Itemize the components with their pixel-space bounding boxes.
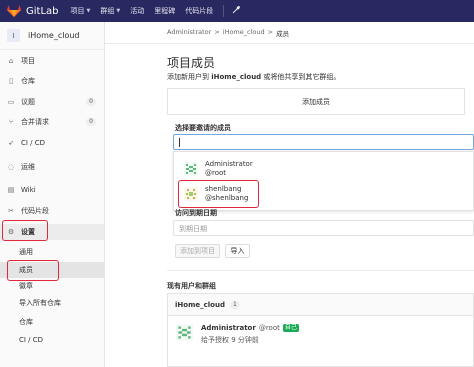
- sidebar-item-merge-requests[interactable]: ⑂ 合并请求 0: [0, 114, 104, 130]
- sidebar-subitem-repository[interactable]: 仓库: [0, 314, 104, 330]
- existing-members-title: 现有用户和群组: [167, 282, 216, 290]
- sidebar-project-header[interactable]: I iHome_cloud: [0, 22, 104, 50]
- nav-divider: [223, 5, 225, 17]
- breadcrumb-current[interactable]: 成员: [276, 28, 289, 38]
- breadcrumb-separator: >: [214, 28, 220, 36]
- member-row: Administrator @root 自己 给予授权 9 分钟前: [176, 324, 299, 345]
- sidebar-subitem-import-repos[interactable]: 导入所有仓库: [0, 295, 104, 311]
- wiki-icon: ▤: [7, 186, 15, 194]
- dropdown-item-text: Administrator @root: [205, 160, 253, 178]
- dropdown-user-name: Administrator: [205, 160, 253, 168]
- highlight-shenlbang-box: [178, 180, 259, 208]
- sidebar-item-label: 合并请求: [21, 118, 49, 126]
- dropdown-item-administrator[interactable]: Administrator @root: [184, 160, 253, 178]
- member-info: Administrator @root 自己 给予授权 9 分钟前: [201, 324, 299, 345]
- sidebar-item-label: 代码片段: [21, 207, 49, 215]
- breadcrumb-admin[interactable]: Administrator: [167, 28, 211, 38]
- merge-request-icon: ⑂: [8, 118, 14, 126]
- invite-members-label: 选择要邀请的成员: [175, 124, 231, 132]
- breadcrumb-project[interactable]: iHome_cloud: [223, 28, 265, 38]
- tab-add-member[interactable]: 添加成员: [167, 88, 465, 115]
- text-cursor: [179, 138, 180, 147]
- sidebar-item-snippets[interactable]: ✂ 代码片段: [0, 203, 104, 219]
- sidebar-item-wiki[interactable]: ▤ Wiki: [0, 182, 104, 198]
- sidebar-item-label: 项目: [21, 57, 35, 65]
- sidebar-item-ci-cd[interactable]: ➶ CI / CD: [0, 135, 104, 151]
- desc-project-name: iHome_cloud: [211, 73, 262, 81]
- desc-prefix: 添加新用户到: [167, 73, 212, 81]
- top-navbar: GitLab 项目 ▼ 群组 ▼ 活动 里程碑 代码片段: [0, 0, 474, 22]
- section-divider: [167, 270, 474, 271]
- sidebar: I iHome_cloud ⌂ 项目 ▯ 仓库 ▭ 议题 0 ⑂ 合并请求 0 …: [0, 22, 105, 367]
- sidebar-item-project[interactable]: ⌂ 项目: [0, 53, 104, 69]
- access-expiration-label: 访问到期日期: [175, 209, 217, 217]
- import-button[interactable]: 导入: [225, 244, 250, 258]
- nav-projects[interactable]: 项目 ▼: [71, 6, 91, 16]
- member-name[interactable]: Administrator: [201, 324, 256, 332]
- home-icon: ⌂: [8, 57, 14, 65]
- tab-add-member-label: 添加成员: [302, 97, 330, 106]
- page-description: 添加新用户到 iHome_cloud 或将他共享到其它群组。: [167, 72, 340, 82]
- issues-icon: ▭: [7, 98, 15, 106]
- breadcrumb: Administrator > iHome_cloud > 成员: [167, 28, 289, 38]
- chevron-down-icon: ▼: [86, 8, 91, 14]
- wrench-icon[interactable]: [232, 5, 241, 17]
- nav-groups[interactable]: 群组 ▼: [100, 6, 120, 16]
- desc-suffix: 或将他共享到其它群组。: [261, 73, 341, 81]
- member-count-badge: 1: [229, 300, 240, 309]
- sidebar-item-label: CI / CD: [21, 139, 46, 147]
- members-panel-header: iHome_cloud 1: [168, 294, 473, 316]
- sidebar-item-label: 仓库: [21, 77, 35, 85]
- gitlab-logo-icon[interactable]: [7, 5, 21, 17]
- nav-projects-label: 项目: [70, 7, 85, 15]
- nav-activity[interactable]: 活动: [130, 6, 144, 16]
- project-name: iHome_cloud: [28, 31, 80, 40]
- sidebar-item-label: 议题: [21, 98, 35, 106]
- breadcrumb-divider: [105, 43, 474, 44]
- issues-count-badge: 0: [86, 98, 96, 106]
- nav-milestones[interactable]: 里程碑: [154, 6, 175, 16]
- nav-groups-label: 群组: [100, 7, 115, 15]
- member-name-line: Administrator @root 自己: [201, 324, 299, 332]
- group-name: iHome_cloud: [175, 300, 225, 309]
- self-badge: 自己: [282, 324, 299, 332]
- invite-members-input[interactable]: [173, 134, 474, 150]
- sidebar-item-repository[interactable]: ▯ 仓库: [0, 73, 104, 89]
- snippet-icon: ✂: [8, 207, 14, 215]
- brand-name[interactable]: GitLab: [26, 6, 59, 17]
- date-placeholder: 到期日期: [179, 225, 207, 233]
- sidebar-item-issues[interactable]: ▭ 议题 0: [0, 94, 104, 110]
- member-avatar: [176, 324, 193, 341]
- merge-requests-count-badge: 0: [86, 118, 96, 126]
- project-avatar: I: [7, 29, 20, 42]
- sidebar-subitem-ci-cd[interactable]: CI / CD: [0, 332, 104, 348]
- breadcrumb-separator: >: [267, 28, 274, 36]
- sidebar-subitem-general[interactable]: 通用: [0, 244, 104, 260]
- identicon-avatar: [184, 162, 198, 176]
- highlight-members-box: [7, 260, 59, 281]
- page-title: 项目成员: [167, 56, 216, 70]
- highlight-settings-box: [2, 220, 48, 241]
- member-username: @root: [258, 324, 280, 332]
- dropdown-user-handle: @root: [205, 169, 227, 177]
- operations-icon: ◌: [7, 163, 15, 171]
- expiration-date-input[interactable]: 到期日期: [173, 220, 474, 236]
- add-to-project-button[interactable]: 添加到项目: [175, 244, 220, 258]
- sidebar-item-label: 运维: [21, 163, 35, 171]
- book-icon: ▯: [9, 77, 13, 85]
- sidebar-item-operations[interactable]: ◌ 运维: [0, 159, 104, 175]
- sidebar-item-label: Wiki: [21, 186, 36, 194]
- member-granted-time: 给予授权 9 分钟前: [201, 336, 259, 344]
- rocket-icon: ➶: [8, 139, 14, 147]
- chevron-down-icon: ▼: [116, 8, 121, 14]
- members-panel: iHome_cloud 1 Administrator @root 自己 给予授…: [167, 293, 474, 367]
- nav-snippets[interactable]: 代码片段: [185, 6, 213, 16]
